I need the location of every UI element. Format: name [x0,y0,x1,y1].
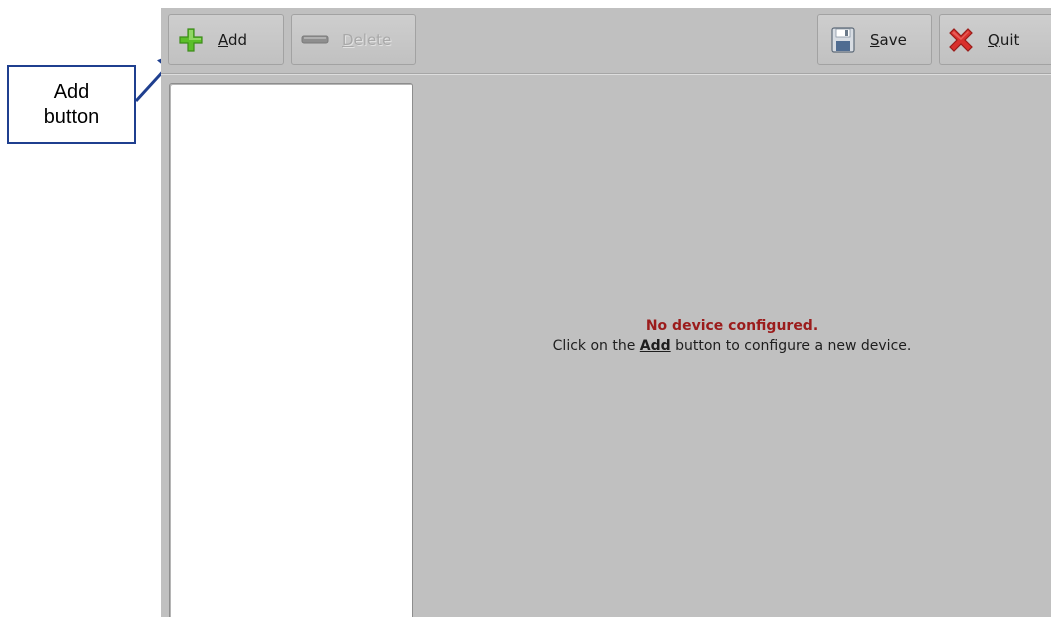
empty-state-message: No device configured. Click on the Add b… [413,316,1051,356]
add-button-label: Add [218,30,248,49]
quit-button[interactable]: Quit [939,14,1051,65]
delete-button-label: Delete [342,30,392,49]
save-button[interactable]: Save [817,14,932,65]
quit-button-label: Quit [988,30,1020,49]
plus-icon [176,25,206,55]
empty-state-title: No device configured. [645,318,819,334]
toolbar: Add Delete Save Quit [161,8,1051,75]
minus-icon [300,25,330,55]
add-button[interactable]: Add [168,14,284,65]
save-button-label: Save [870,30,907,49]
annotation-line-1: Add [53,80,90,103]
annotation-line-2: button [43,105,100,128]
app-window: Add Delete Save Quit No device configure… [161,8,1051,617]
annotation-callout: Add button [7,65,136,144]
floppy-disk-icon [828,25,858,55]
device-list[interactable] [169,83,413,617]
red-x-icon [946,25,976,55]
delete-button[interactable]: Delete [291,14,416,65]
empty-state-body: Click on the Add button to configure a n… [552,338,912,354]
